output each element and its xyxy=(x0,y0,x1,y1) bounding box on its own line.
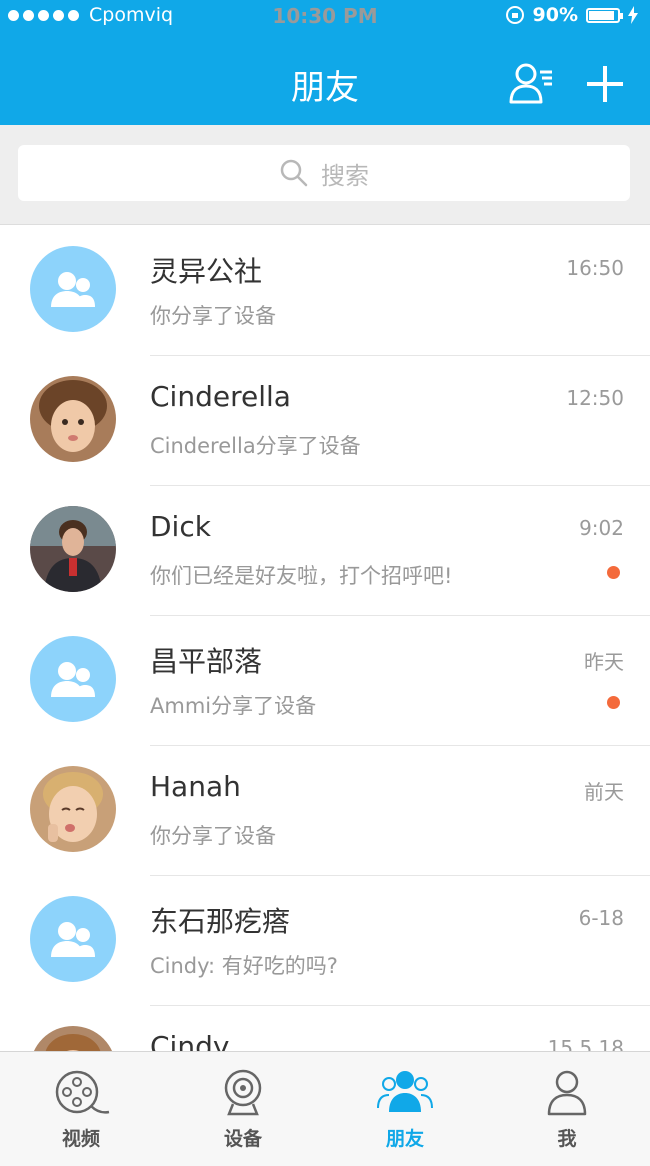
tab-label: 朋友 xyxy=(385,1128,424,1150)
tab-devices[interactable]: 设备 xyxy=(162,1052,324,1166)
battery-icon xyxy=(586,7,623,23)
friends-icon xyxy=(377,1071,433,1112)
conversation-row[interactable]: Cindy 15.5.18 xyxy=(0,1006,650,1051)
girl-photo-avatar xyxy=(30,376,116,462)
tab-label: 设备 xyxy=(223,1128,262,1150)
conversation-name: Hanah xyxy=(150,770,241,803)
tab-video[interactable]: 视频 xyxy=(0,1052,162,1166)
conversation-row[interactable]: 东石那疙瘩 Cindy: 有好吃的吗? 6-18 xyxy=(0,876,650,1006)
boy-photo-avatar xyxy=(30,1026,116,1051)
conversation-row[interactable]: Hanah 你分享了设备 前天 xyxy=(0,746,650,876)
man-photo-avatar xyxy=(30,506,116,592)
search-icon xyxy=(280,159,308,187)
contacts-icon[interactable] xyxy=(508,62,554,104)
conversation-name: Cindy xyxy=(150,1030,230,1051)
conversation-row[interactable]: 灵异公社 你分享了设备 16:50 xyxy=(0,226,650,356)
tab-me[interactable]: 我 xyxy=(486,1052,648,1166)
tab-label: 我 xyxy=(557,1128,577,1150)
search-input[interactable]: 搜索 xyxy=(18,145,630,201)
conversation-time: 前天 xyxy=(584,780,624,804)
conversation-name: 东石那疙瘩 xyxy=(150,905,291,938)
conversation-preview: 你们已经是好友啦，打个招呼吧! xyxy=(150,564,453,588)
unread-badge xyxy=(607,566,620,579)
header-bar: Cpomviq 10:30 PM 90% 朋友 xyxy=(0,0,650,125)
conversation-time: 9:02 xyxy=(579,516,624,540)
profile-icon xyxy=(547,1070,587,1116)
conversation-preview: Ammi分享了设备 xyxy=(150,694,317,718)
bottom-tab-bar: 视频 设备 朋友 我 xyxy=(0,1051,650,1166)
status-bar: Cpomviq 10:30 PM 90% xyxy=(0,0,650,34)
conversation-name: Dick xyxy=(150,510,211,543)
film-reel-icon xyxy=(55,1070,110,1114)
tab-friends[interactable]: 朋友 xyxy=(324,1052,486,1166)
conversation-time: 16:50 xyxy=(566,256,624,280)
tab-label: 视频 xyxy=(61,1128,100,1150)
camera-icon xyxy=(224,1069,262,1116)
conversation-time: 12:50 xyxy=(566,386,624,410)
conversation-name: 灵异公社 xyxy=(150,255,263,288)
conversation-preview: 你分享了设备 xyxy=(150,824,276,848)
toddler-photo-avatar xyxy=(30,766,116,852)
conversation-preview: 你分享了设备 xyxy=(150,304,276,328)
orientation-lock-icon xyxy=(505,6,524,24)
add-friend-button[interactable] xyxy=(585,62,625,106)
group-avatar-icon xyxy=(30,246,116,332)
conversation-row[interactable]: 昌平部落 Ammi分享了设备 昨天 xyxy=(0,616,650,746)
unread-badge xyxy=(607,696,620,709)
conversation-preview: Cindy: 有好吃的吗? xyxy=(150,954,338,978)
conversation-preview: Cinderella分享了设备 xyxy=(150,434,361,458)
conversation-row[interactable]: Dick 你们已经是好友啦，打个招呼吧! 9:02 xyxy=(0,486,650,616)
group-avatar-icon xyxy=(30,896,116,982)
search-section: 搜索 xyxy=(0,125,650,225)
search-placeholder: 搜索 xyxy=(321,161,369,190)
conversation-time: 昨天 xyxy=(584,650,624,674)
conversation-name: 昌平部落 xyxy=(150,645,263,678)
conversation-name: Cinderella xyxy=(150,380,291,413)
charging-icon xyxy=(628,6,638,24)
conversation-row[interactable]: Cinderella Cinderella分享了设备 12:50 xyxy=(0,356,650,486)
conversation-list: 灵异公社 你分享了设备 16:50 Cinderella Cinderella分… xyxy=(0,226,650,1051)
group-avatar-icon xyxy=(30,636,116,722)
conversation-time: 6-18 xyxy=(578,906,624,930)
battery-percent: 90% xyxy=(532,4,578,26)
conversation-time: 15.5.18 xyxy=(547,1036,624,1051)
